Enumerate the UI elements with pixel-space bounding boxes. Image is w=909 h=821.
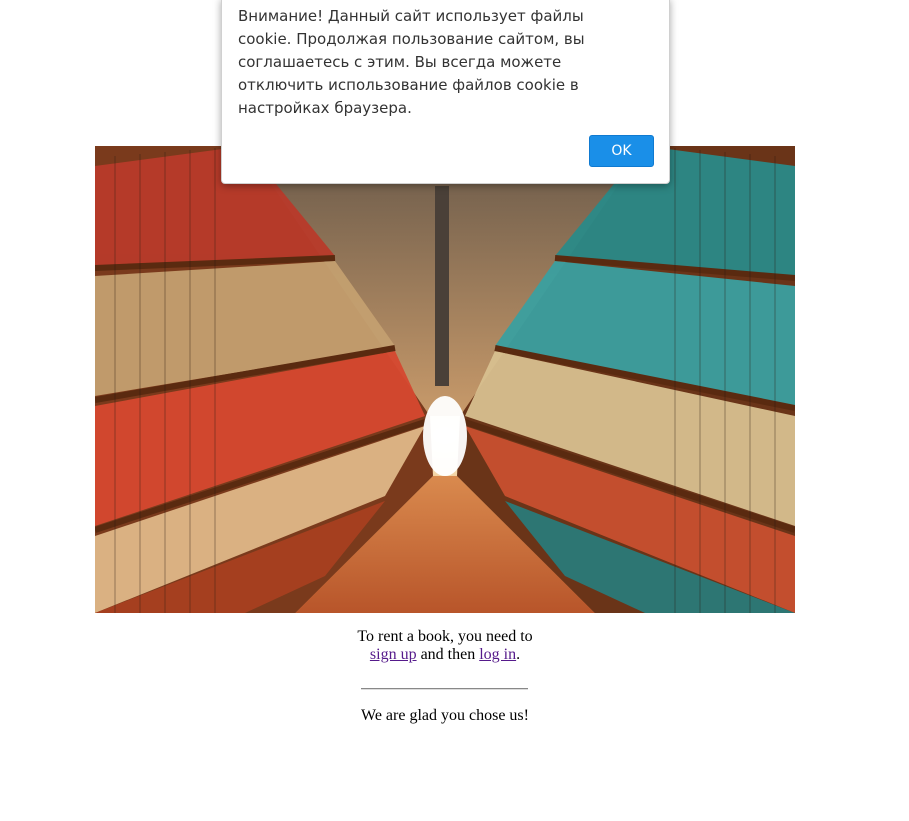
cookie-message: Внимание! Данный сайт использует файлы c… [238,7,585,117]
rent-info-actions: sign up and then log in. [0,646,890,664]
library-bookshelves-icon [95,146,795,613]
page: To rent a book, you need to sign up and … [0,0,909,821]
log-in-link[interactable]: log in [479,646,516,663]
cookie-ok-button[interactable]: OK [589,135,654,167]
divider [361,688,528,690]
library-hero-image [95,146,795,613]
rent-info-line: To rent a book, you need to [357,628,533,645]
rent-info-end: . [516,646,521,663]
rent-info-middle: and then [416,646,480,663]
sign-up-link[interactable]: sign up [370,646,417,663]
glad-message: We are glad you chose us! [361,707,529,724]
rent-info: To rent a book, you need to sign up and … [0,628,890,664]
cookie-banner: Внимание! Данный сайт использует файлы c… [221,0,670,184]
